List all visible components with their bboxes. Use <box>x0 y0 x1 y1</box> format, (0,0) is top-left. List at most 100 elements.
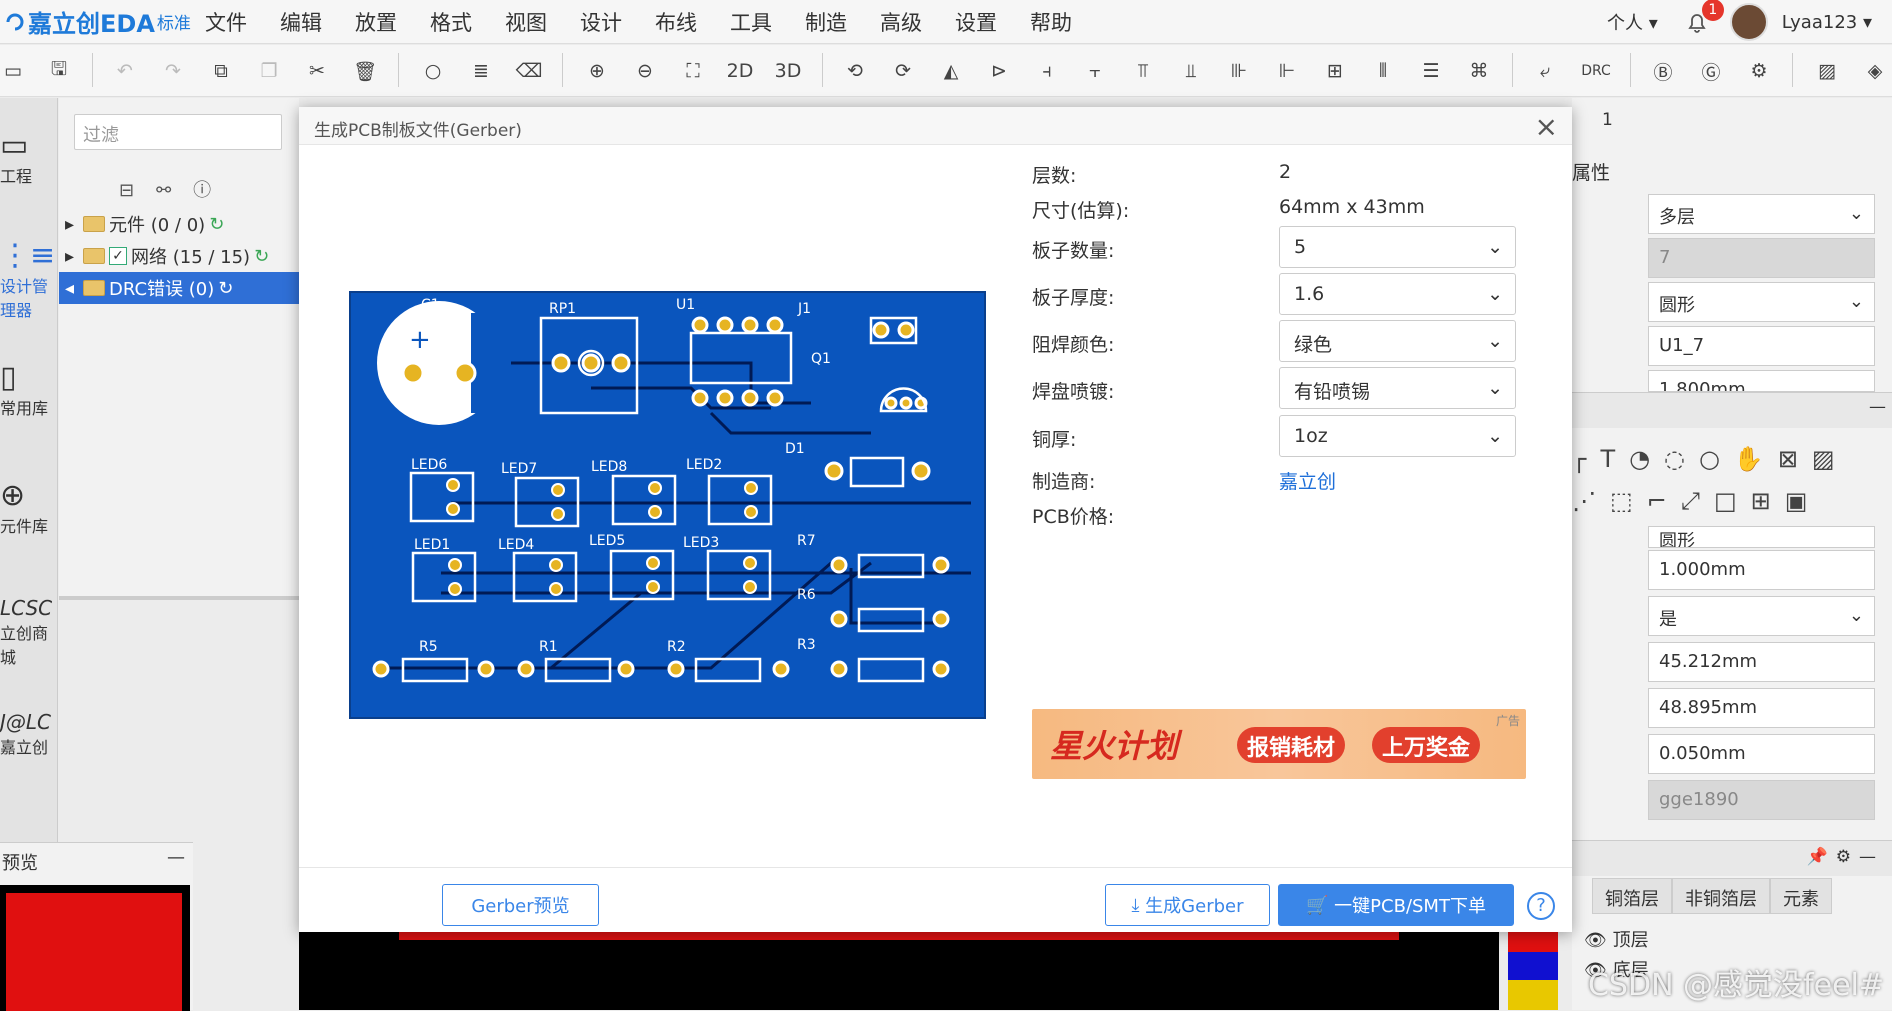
panel-splitter[interactable] <box>59 596 299 600</box>
menu-route[interactable]: 布线 <box>655 7 697 37</box>
align-bottom-icon[interactable]: ⫫ <box>1176 45 1206 97</box>
user-name[interactable]: Lyaa123 ▾ <box>1782 12 1872 33</box>
expansion-field[interactable]: 0.050mm <box>1648 734 1875 774</box>
flip-horizontal-icon[interactable]: ◭ <box>936 45 966 97</box>
menu-place[interactable]: 放置 <box>355 7 397 37</box>
flip-vertical-icon[interactable]: ⊳ <box>984 45 1014 97</box>
nav-project[interactable]: ▭工程 <box>0 128 58 187</box>
align-left-icon[interactable]: ⫞ <box>1032 45 1062 97</box>
save-icon[interactable]: 🖫 <box>44 45 74 97</box>
personal-menu[interactable]: 个人 ▾ <box>1607 9 1658 35</box>
board-b-icon[interactable]: Ⓑ <box>1648 45 1678 97</box>
redo-icon[interactable]: ↷ <box>158 45 188 97</box>
eraser-icon[interactable]: ⌫ <box>514 45 544 97</box>
generate-gerber-button[interactable]: ⤓ 生成Gerber <box>1105 884 1270 926</box>
tree-item-drc-errors[interactable]: ◂ DRC错误 (0)↻ <box>59 272 299 304</box>
copper-weight-select[interactable]: 1oz⌄ <box>1279 415 1516 457</box>
hole-size-field[interactable]: 1.000mm <box>1648 550 1875 590</box>
menu-settings[interactable]: 设置 <box>955 7 997 37</box>
preview-canvas[interactable] <box>0 885 190 1011</box>
pos-y-field[interactable]: 48.895mm <box>1648 688 1875 728</box>
nav-common-library[interactable]: ▯常用库 <box>0 360 58 419</box>
distribute-v-icon[interactable]: ☰ <box>1416 45 1446 97</box>
manufacturer-link[interactable]: 嘉立创 <box>1279 467 1336 494</box>
snap-grid-icon[interactable]: ⌘ <box>1464 45 1494 97</box>
menu-design[interactable]: 设计 <box>580 7 622 37</box>
cut-icon[interactable]: ✂ <box>302 45 332 97</box>
nav-design-manager[interactable]: ⋮≡设计管理器 <box>0 238 58 321</box>
menu-file[interactable]: 文件 <box>205 7 247 37</box>
close-icon[interactable]: × <box>1535 110 1558 143</box>
tab-non-copper[interactable]: 非铜箔层 <box>1672 878 1770 914</box>
pos-x-field[interactable]: 45.212mm <box>1648 642 1875 682</box>
tab-copper[interactable]: 铜箔层 <box>1592 878 1672 914</box>
filter-input[interactable]: 过滤 <box>74 114 282 150</box>
help-icon[interactable]: ? <box>1527 892 1555 920</box>
shape-field-2[interactable]: 圆形 <box>1648 526 1875 548</box>
rotate-left-icon[interactable]: ⟲ <box>840 45 870 97</box>
align-center-v-icon[interactable]: ⊩ <box>1272 45 1302 97</box>
tree-item-nets[interactable]: ▸ ✓ 网络 (15 / 15)↻ <box>59 240 299 272</box>
distribute-h-icon[interactable]: ⫴ <box>1368 45 1398 97</box>
nav-lcsc-mall[interactable]: LCSC立创商城 <box>0 596 58 668</box>
board-settings-icon[interactable]: ⚙ <box>1744 45 1774 97</box>
panel-tool-icons[interactable]: ⊟⚯ⓘ <box>119 176 233 202</box>
import-icon[interactable]: ⤶ <box>1530 45 1560 97</box>
nav-jlc[interactable]: J@LC嘉立创 <box>0 710 58 758</box>
menu-help[interactable]: 帮助 <box>1030 7 1072 37</box>
find-list-icon[interactable]: ≣ <box>466 45 496 97</box>
plated-select[interactable]: 是⌄ <box>1648 596 1875 636</box>
size-field[interactable]: 1.800mm <box>1648 370 1875 392</box>
copy-icon[interactable]: ❐ <box>254 45 284 97</box>
image-icon[interactable]: ▨ <box>1812 45 1842 97</box>
fit-view-icon[interactable]: ⛶ <box>678 45 708 97</box>
tab-elements[interactable]: 元素 <box>1770 878 1832 914</box>
gerber-preview-button[interactable]: Gerber预览 <box>442 884 599 926</box>
tree-item-components[interactable]: ▸ 元件 (0 / 0)↻ <box>59 208 299 240</box>
pcb-canvas[interactable] <box>299 920 1499 1010</box>
menu-view[interactable]: 视图 <box>505 7 547 37</box>
duplicate-icon[interactable]: ⧉ <box>206 45 236 97</box>
order-pcb-button[interactable]: 🛒 一键PCB/SMT下单 <box>1278 884 1514 926</box>
refresh-icon[interactable]: ↻ <box>218 278 233 299</box>
qty-select[interactable]: 5⌄ <box>1279 226 1516 268</box>
checkbox[interactable]: ✓ <box>109 247 127 265</box>
layer-select[interactable]: 多层⌄ <box>1648 194 1875 234</box>
align-right-icon[interactable]: ⫟ <box>1080 45 1110 97</box>
drc-button[interactable]: DRC <box>1576 45 1616 97</box>
menu-tools[interactable]: 工具 <box>730 7 772 37</box>
surface-finish-select[interactable]: 有铅喷锡⌄ <box>1279 367 1516 409</box>
zoom-out-icon[interactable]: ⊖ <box>630 45 660 97</box>
search-icon[interactable]: ○ <box>418 45 448 97</box>
refresh-icon[interactable]: ↻ <box>209 214 224 235</box>
align-top-icon[interactable]: ⫪ <box>1128 45 1158 97</box>
layers-icon[interactable]: ◈ <box>1860 45 1890 97</box>
notification-button[interactable]: 1 <box>1684 9 1710 35</box>
align-center-h-icon[interactable]: ⊪ <box>1224 45 1254 97</box>
undo-icon[interactable]: ↶ <box>110 45 140 97</box>
delete-icon[interactable]: 🗑 <box>350 45 380 97</box>
pad-id-field[interactable]: U1_7 <box>1648 326 1875 366</box>
board-g-icon[interactable]: Ⓖ <box>1696 45 1726 97</box>
open-folder-icon[interactable]: ▭ <box>0 45 26 97</box>
rotate-right-icon[interactable]: ⟳ <box>888 45 918 97</box>
zoom-in-icon[interactable]: ⊕ <box>582 45 612 97</box>
avatar[interactable] <box>1730 3 1768 41</box>
mask-color-select[interactable]: 绿色⌄ <box>1279 320 1516 362</box>
menu-edit[interactable]: 编辑 <box>280 7 322 37</box>
menu-format[interactable]: 格式 <box>430 7 472 37</box>
shape-select[interactable]: 圆形⌄ <box>1648 282 1875 322</box>
layer-top[interactable]: 👁 顶层 <box>1584 926 1649 952</box>
folder-icon <box>83 216 105 232</box>
nav-component-library[interactable]: ⊕元件库 <box>0 478 58 537</box>
drawing-tools[interactable]: ┌T◔◌○✋⊠▨⋰⬚⌐⤢□⊞▣ <box>1572 438 1892 522</box>
menu-advanced[interactable]: 高级 <box>880 7 922 37</box>
align-grid-icon[interactable]: ⊞ <box>1320 45 1350 97</box>
view-2d-button[interactable]: 2D <box>722 45 758 97</box>
view-3d-button[interactable]: 3D <box>770 45 806 97</box>
menu-fabricate[interactable]: 制造 <box>805 7 847 37</box>
thickness-select[interactable]: 1.6⌄ <box>1279 273 1516 315</box>
refresh-icon[interactable]: ↻ <box>254 246 269 267</box>
ad-banner[interactable]: 星火计划 报销耗材 上万奖金 广告 <box>1032 709 1526 779</box>
collapse-icon[interactable]: — <box>167 847 185 868</box>
